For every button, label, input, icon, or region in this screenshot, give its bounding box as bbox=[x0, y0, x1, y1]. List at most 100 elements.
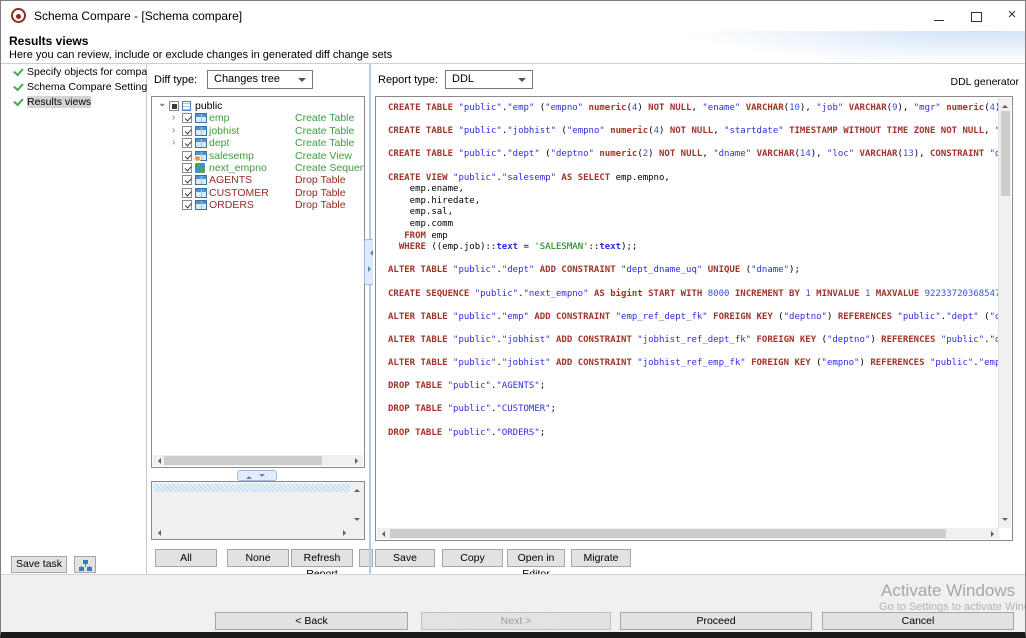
scroll-up-icon[interactable] bbox=[354, 486, 360, 492]
minimize-button[interactable] bbox=[924, 1, 954, 29]
proceed-button[interactable]: Proceed bbox=[620, 612, 812, 630]
sql-vertical-scrollbar[interactable] bbox=[998, 98, 1011, 528]
open-in-editor-button[interactable]: Open in Editor bbox=[507, 549, 565, 567]
sql-line: ALTER TABLE "public"."dept" ADD CONSTRAI… bbox=[388, 265, 998, 277]
save-task-button[interactable]: Save task bbox=[11, 556, 67, 573]
sql-horizontal-scrollbar[interactable] bbox=[377, 528, 999, 539]
tree-row[interactable]: AGENTSDrop Table bbox=[152, 174, 364, 186]
checkbox[interactable] bbox=[182, 188, 192, 198]
check-icon bbox=[184, 140, 191, 147]
report-panel: Report type: DDL DDL generator CREATE TA… bbox=[373, 64, 1025, 574]
diff-type-select[interactable]: Changes tree bbox=[207, 70, 313, 89]
expander-icon[interactable]: › bbox=[172, 112, 182, 124]
window-title: Schema Compare - [Schema compare] bbox=[34, 9, 242, 23]
changes-tree: ⌄ public›empCreate Table›jobhistCreate Ta… bbox=[151, 96, 365, 468]
expander-icon[interactable]: › bbox=[172, 137, 182, 149]
check-icon bbox=[13, 66, 23, 77]
tree-row[interactable]: salesempCreate View bbox=[152, 150, 364, 162]
detail-vertical-scrollbar[interactable] bbox=[352, 483, 363, 527]
schema-compare-window: Schema Compare - [Schema compare] × Resu… bbox=[0, 0, 1026, 638]
none-button[interactable]: None bbox=[227, 549, 289, 567]
collapse-down-icon[interactable] bbox=[259, 474, 265, 480]
sequence-icon bbox=[195, 163, 205, 173]
scroll-right-icon[interactable] bbox=[991, 531, 997, 537]
sidebar-item-results-views[interactable]: Results views bbox=[1, 96, 146, 109]
close-button[interactable]: × bbox=[997, 1, 1026, 29]
sql-line: DROP TABLE "public"."AGENTS"; bbox=[388, 381, 998, 393]
sql-line bbox=[388, 370, 998, 382]
diff-panel: Diff type: Changes tree ⌄public›empCreat… bbox=[147, 64, 369, 574]
view-icon bbox=[195, 151, 207, 161]
diff-detail-selection bbox=[154, 484, 350, 492]
migrate-button[interactable]: Migrate bbox=[571, 549, 631, 567]
app-logo-icon bbox=[11, 8, 26, 23]
header-gradient bbox=[505, 31, 1025, 63]
report-type-select[interactable]: DDL bbox=[445, 70, 533, 89]
checkbox[interactable] bbox=[182, 126, 192, 136]
sql-code[interactable]: CREATE TABLE "public"."emp" ("empno" num… bbox=[388, 103, 998, 527]
scroll-right-icon[interactable] bbox=[343, 530, 349, 536]
refresh-report-button[interactable]: Refresh Report bbox=[291, 549, 353, 567]
checkbox[interactable] bbox=[182, 163, 192, 173]
scroll-right-icon[interactable] bbox=[355, 458, 361, 464]
cancel-button[interactable]: Cancel bbox=[822, 612, 1014, 630]
back-button[interactable]: < Back bbox=[215, 612, 408, 630]
check-icon bbox=[184, 177, 191, 184]
sql-line bbox=[388, 138, 998, 150]
tristate-checkbox[interactable] bbox=[169, 101, 179, 111]
tree-row[interactable]: ›empCreate Table bbox=[152, 112, 364, 124]
detail-horizontal-scrollbar[interactable] bbox=[153, 528, 351, 538]
sql-line: ALTER TABLE "public"."emp" ADD CONSTRAIN… bbox=[388, 312, 998, 324]
maximize-button[interactable] bbox=[961, 1, 991, 29]
sidebar-item-specify-objects[interactable]: Specify objects for comparison bbox=[1, 66, 146, 79]
report-type-label: Report type: bbox=[378, 74, 438, 86]
sql-line: emp.ename, bbox=[388, 184, 998, 196]
partial-check-icon bbox=[172, 104, 177, 109]
checkbox[interactable] bbox=[182, 200, 192, 210]
sql-line: CREATE TABLE "public"."dept" ("deptno" n… bbox=[388, 149, 998, 161]
sql-line: WHERE ((emp.job)::text = 'SALESMAN'::tex… bbox=[388, 242, 998, 254]
change-action-label: Create View bbox=[295, 150, 352, 162]
checkbox[interactable] bbox=[182, 138, 192, 148]
tree-horizontal-scrollbar[interactable] bbox=[153, 455, 363, 466]
expander-icon[interactable]: ⌄ bbox=[158, 98, 168, 110]
collapse-up-icon[interactable] bbox=[246, 473, 252, 479]
tree-row-root[interactable]: ⌄ public bbox=[152, 100, 364, 112]
scroll-down-icon[interactable] bbox=[354, 518, 360, 524]
checkbox[interactable] bbox=[182, 113, 192, 123]
checkbox[interactable] bbox=[182, 151, 192, 161]
check-icon bbox=[184, 127, 191, 134]
scroll-left-icon[interactable] bbox=[155, 458, 161, 464]
scroll-thumb[interactable] bbox=[164, 456, 322, 465]
title-bar: Schema Compare - [Schema compare] × bbox=[1, 1, 1025, 31]
close-icon: × bbox=[1008, 6, 1017, 23]
all-button[interactable]: All bbox=[155, 549, 217, 567]
activate-windows-watermark: Activate Windows bbox=[881, 581, 1015, 601]
sidebar-item-settings[interactable]: Schema Compare Settings bbox=[1, 81, 146, 94]
horizontal-splitter[interactable] bbox=[147, 469, 369, 480]
copy-button[interactable]: Copy bbox=[442, 549, 503, 567]
scheduler-button[interactable] bbox=[74, 556, 96, 573]
expander-icon[interactable]: › bbox=[172, 125, 182, 137]
tree-row[interactable]: ›jobhistCreate Table bbox=[152, 125, 364, 137]
tree-row[interactable]: ›deptCreate Table bbox=[152, 137, 364, 149]
scroll-left-icon[interactable] bbox=[155, 530, 161, 536]
scroll-up-icon[interactable] bbox=[1002, 102, 1008, 108]
scroll-thumb[interactable] bbox=[1001, 111, 1010, 196]
schema-icon bbox=[182, 101, 191, 111]
scroll-left-icon[interactable] bbox=[379, 531, 385, 537]
tree-row[interactable]: CUSTOMERDrop Table bbox=[152, 187, 364, 199]
vertical-divider bbox=[369, 64, 371, 574]
next-button[interactable]: Next > bbox=[421, 612, 611, 630]
checkbox[interactable] bbox=[182, 175, 192, 185]
sql-line: CREATE SEQUENCE "public"."next_empno" AS… bbox=[388, 289, 998, 301]
tree-row[interactable]: ORDERSDrop Table bbox=[152, 199, 364, 211]
tree-node-label: public bbox=[195, 100, 222, 112]
scroll-thumb[interactable] bbox=[390, 529, 946, 538]
save-button[interactable]: Save bbox=[375, 549, 435, 567]
table-icon bbox=[195, 126, 207, 136]
scroll-down-icon[interactable] bbox=[1002, 518, 1008, 524]
splitter-handle[interactable] bbox=[237, 470, 277, 481]
tree-row[interactable]: next_empnoCreate Sequence bbox=[152, 162, 364, 174]
check-icon bbox=[184, 115, 191, 122]
